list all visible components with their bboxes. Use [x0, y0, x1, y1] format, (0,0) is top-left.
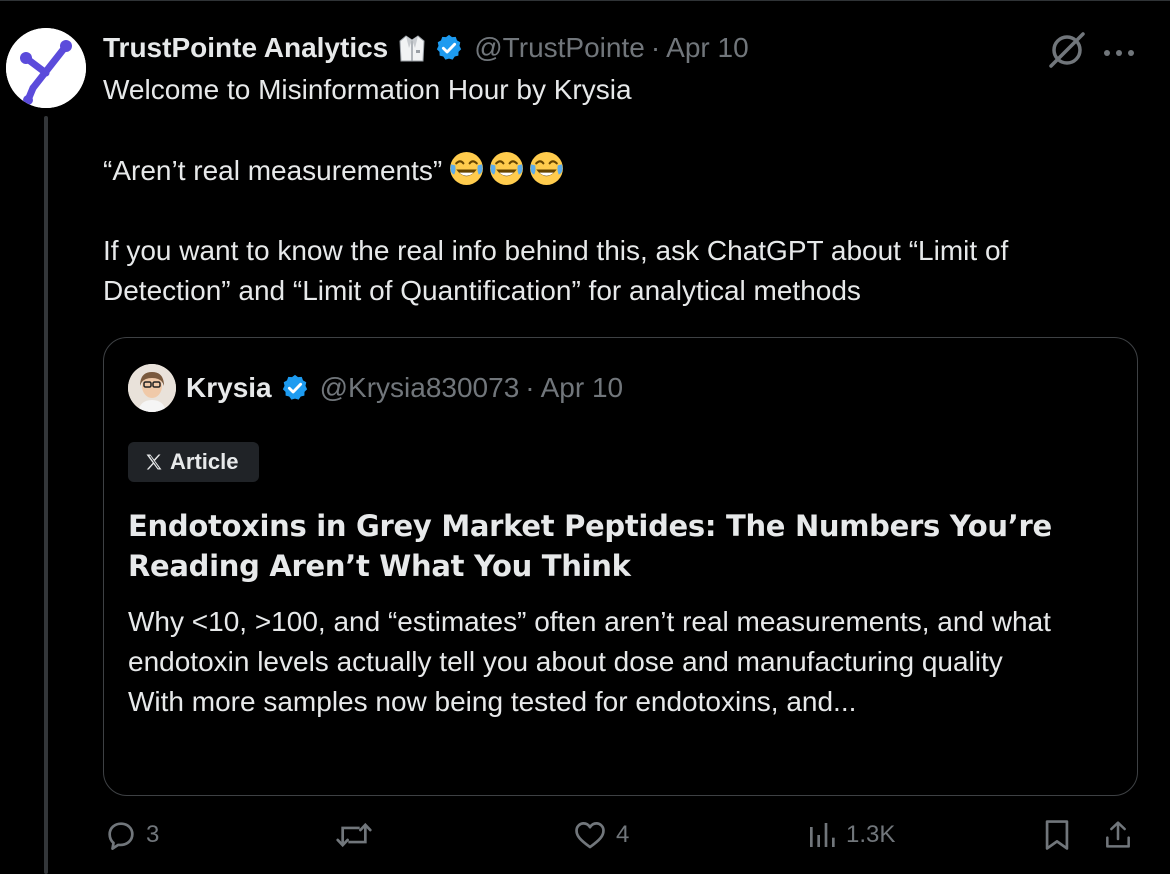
laughing-emoji-icon: [490, 152, 524, 185]
like-count: 4: [616, 821, 630, 848]
quote-display-name[interactable]: Krysia: [186, 372, 272, 404]
avatar[interactable]: [6, 28, 86, 108]
article-badge-label: Article: [170, 449, 239, 474]
repost-icon: [336, 822, 372, 848]
article-summary: Why <10, >100, and “estimates” often are…: [128, 602, 1118, 722]
reply-button[interactable]: 3: [104, 818, 159, 852]
views-button[interactable]: 1.3K: [806, 818, 895, 852]
quote-header: Krysia @Krysia830073 · Apr 10: [128, 364, 623, 412]
article-summary-line: Why <10, >100, and “estimates” often are…: [128, 606, 1051, 677]
tweet-content: TrustPointe Analytics @TrustPointe · Apr…: [103, 26, 1143, 311]
share-button[interactable]: [1102, 818, 1134, 852]
quote-handle[interactable]: @Krysia830073: [320, 372, 520, 404]
bookmark-button[interactable]: [1042, 818, 1072, 852]
view-count: 1.3K: [846, 821, 896, 848]
reply-icon: [108, 822, 134, 850]
like-button[interactable]: 4: [572, 818, 629, 852]
repost-button[interactable]: [334, 818, 382, 852]
tweet-header: TrustPointe Analytics @TrustPointe · Apr…: [103, 26, 1143, 70]
tweet-text-line: Welcome to Misinformation Hour by Krysia: [103, 74, 632, 105]
thread-line: [44, 116, 48, 874]
share-icon: [1106, 821, 1130, 848]
article-title[interactable]: Endotoxins in Grey Market Peptides: The …: [128, 506, 1118, 586]
views-icon: [810, 823, 835, 847]
lab-coat-icon: [396, 32, 428, 64]
separator: ·: [525, 372, 535, 403]
timestamp[interactable]: Apr 10: [666, 32, 749, 64]
tweet-text: Welcome to Misinformation Hour by Krysia…: [103, 70, 1133, 311]
action-bar: 3 4 1.3K: [0, 818, 1170, 864]
quote-timestamp[interactable]: Apr 10: [541, 372, 624, 404]
trustpointe-logo-icon: [6, 28, 86, 108]
verified-badge-icon: [434, 33, 464, 63]
article-summary-line: With more samples now being tested for e…: [128, 686, 857, 717]
emoji-group: [448, 150, 568, 187]
quote-avatar[interactable]: [128, 364, 176, 412]
like-icon: [575, 822, 605, 849]
top-divider: [0, 0, 1170, 1]
laughing-emoji-icon: [450, 152, 484, 185]
display-name[interactable]: TrustPointe Analytics: [103, 32, 388, 64]
laughing-emoji-icon: [530, 152, 564, 185]
reply-count: 3: [146, 821, 160, 848]
verified-badge-icon: [280, 373, 310, 403]
quote-tweet-card[interactable]: Krysia @Krysia830073 · Apr 10 Article En…: [103, 337, 1138, 796]
article-badge: Article: [128, 442, 259, 482]
handle[interactable]: @TrustPointe: [474, 32, 645, 64]
tweet-text-line: “Aren’t real measurements”: [103, 150, 1133, 191]
x-logo-icon: [144, 452, 164, 472]
tweet-quote-text: “Aren’t real measurements”: [103, 155, 443, 186]
bookmark-icon: [1045, 820, 1069, 850]
separator: ·: [650, 32, 661, 63]
tweet-text-line: If you want to know the real info behind…: [103, 235, 1017, 306]
